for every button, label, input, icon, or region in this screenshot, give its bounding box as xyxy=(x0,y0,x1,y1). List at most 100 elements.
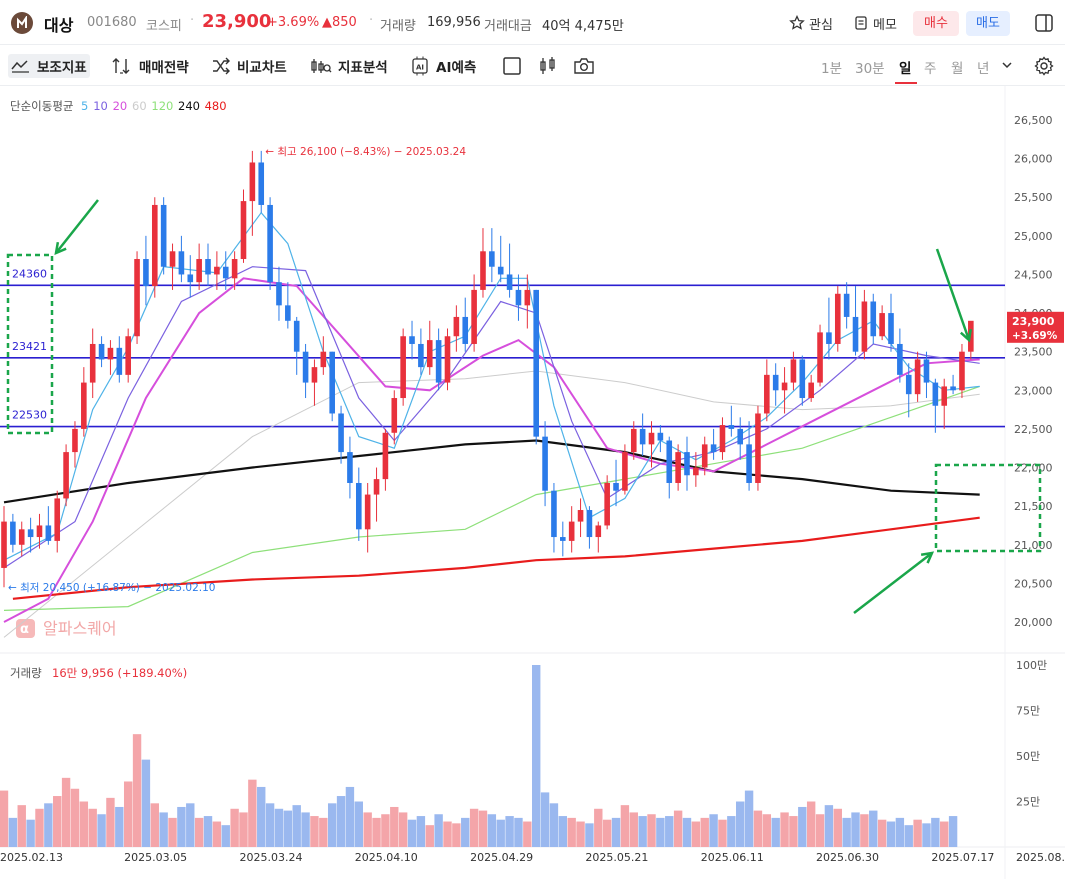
volume-bar xyxy=(425,825,434,847)
candle-body xyxy=(134,259,140,337)
candle-body xyxy=(391,398,398,433)
volume-bar xyxy=(44,803,53,847)
volume-bar xyxy=(904,825,913,847)
memo-button[interactable]: 메모 xyxy=(853,12,897,34)
ma-legend-240: 240 xyxy=(178,99,200,113)
volume-summary: 16만 9,956 (+189.40%) xyxy=(52,666,187,680)
candle-body xyxy=(826,332,832,344)
candle-type-icon[interactable] xyxy=(538,56,558,76)
candle-body xyxy=(515,289,522,306)
candle-body xyxy=(311,367,318,383)
candle-body xyxy=(817,332,823,383)
candle-analysis-icon xyxy=(311,59,332,73)
y-tick-label: 20,000 xyxy=(1014,616,1053,629)
stock-chart[interactable]: 26,50026,00025,50025,00024,50024,00023,5… xyxy=(0,86,1065,879)
volume-bar xyxy=(150,803,159,847)
volume-bar xyxy=(718,819,727,847)
indicator-icon xyxy=(11,60,29,73)
square-draw-icon[interactable] xyxy=(502,56,522,76)
volume-bar xyxy=(558,816,568,847)
candle-body xyxy=(843,293,850,317)
annotation-arrow-target xyxy=(853,552,933,614)
period-year[interactable]: 년 xyxy=(977,57,989,77)
svg-text:AI: AI xyxy=(416,64,424,72)
candle-body xyxy=(240,201,247,260)
watermark-text: 알파스퀘어 xyxy=(43,619,117,638)
annotation-arrow-levels xyxy=(55,199,99,254)
period-month[interactable]: 월 xyxy=(951,57,963,77)
memo-icon xyxy=(855,16,867,30)
candle-body xyxy=(524,289,531,306)
volume-bar xyxy=(186,803,195,847)
volume-bar xyxy=(487,814,497,847)
ma-legend-20: 20 xyxy=(113,99,128,113)
candle-body xyxy=(595,525,602,538)
candle-body xyxy=(879,313,885,337)
settings-gear-icon[interactable] xyxy=(1034,56,1054,76)
volume-bar xyxy=(744,790,754,847)
volume-bar xyxy=(177,806,186,847)
volume-bar xyxy=(70,788,80,847)
sidebar-toggle-icon[interactable] xyxy=(1034,13,1054,33)
volume-bar xyxy=(443,821,452,847)
volume-bar xyxy=(319,817,328,847)
volume-bar xyxy=(700,817,709,847)
ai-predict-button[interactable]: AI AI예측 xyxy=(407,54,479,78)
volume-bar xyxy=(35,808,44,847)
candle-body xyxy=(764,374,770,414)
candle-body xyxy=(808,382,814,399)
candle-body xyxy=(586,510,593,538)
volume-bar xyxy=(452,823,461,847)
indicator-button[interactable]: 보조지표 xyxy=(8,54,90,78)
candle-body xyxy=(356,482,362,530)
volume-bar xyxy=(194,817,204,847)
x-tick-label: 2025.02.13 xyxy=(0,851,63,864)
watch-label: 관심 xyxy=(809,17,833,33)
volume-bar xyxy=(159,812,168,847)
volume-bar xyxy=(123,781,133,847)
candle-body xyxy=(320,351,327,368)
camera-icon[interactable] xyxy=(573,56,595,76)
level-label-22530: 22530 xyxy=(12,409,47,422)
buy-button[interactable]: 매수 xyxy=(913,11,959,36)
chevron-down-icon[interactable] xyxy=(1001,60,1013,70)
ai-predict-label: AI예측 xyxy=(436,60,477,76)
candle-body xyxy=(533,289,539,437)
ma-legend-title: 단순이동평균 xyxy=(10,99,73,113)
volume-bar xyxy=(824,805,834,847)
candle-body xyxy=(852,316,859,352)
watch-button[interactable]: 관심 xyxy=(789,12,833,34)
annotation-arrow-current xyxy=(935,248,971,341)
volume-bar xyxy=(212,821,222,847)
candle-body xyxy=(772,374,779,391)
candle-body xyxy=(941,386,948,406)
volume-bar xyxy=(239,812,248,847)
period-30min[interactable]: 30분 xyxy=(855,57,885,77)
volume-bar xyxy=(727,816,736,847)
strategy-button[interactable]: 매매전략 xyxy=(108,54,192,78)
analysis-label: 지표분석 xyxy=(338,60,388,76)
volume-bar xyxy=(310,816,319,847)
y-tick-label: 20,500 xyxy=(1014,577,1053,590)
volume-bar xyxy=(931,817,940,847)
x-axis-labels: 2025.02.13 2025.03.05 2025.03.24 2025.04.10… xyxy=(0,851,1065,864)
volume-bar xyxy=(381,814,390,847)
period-day[interactable]: 일 xyxy=(899,57,911,77)
candle-body xyxy=(888,313,894,344)
candle-body xyxy=(905,374,912,395)
analysis-button[interactable]: 지표분석 xyxy=(307,54,391,78)
candle-body xyxy=(923,359,930,383)
stock-header: 대상 001680 코스피 · 23,900 +3.69% ▲850 · 거래량… xyxy=(0,0,1065,45)
compare-button[interactable]: 비교차트 xyxy=(208,54,290,78)
candle-body xyxy=(267,204,273,283)
candle-body xyxy=(462,316,469,344)
last-price-value: 23,900 xyxy=(1012,315,1055,328)
period-1min[interactable]: 1분 xyxy=(821,57,842,77)
y-tick-label: 25,500 xyxy=(1014,191,1053,204)
period-week[interactable]: 주 xyxy=(924,57,936,77)
volume-title: 거래량 xyxy=(10,666,42,680)
candle-body xyxy=(693,467,699,476)
sell-button[interactable]: 매도 xyxy=(966,11,1010,36)
candle-body xyxy=(196,259,202,283)
strategy-label: 매매전략 xyxy=(139,60,189,76)
